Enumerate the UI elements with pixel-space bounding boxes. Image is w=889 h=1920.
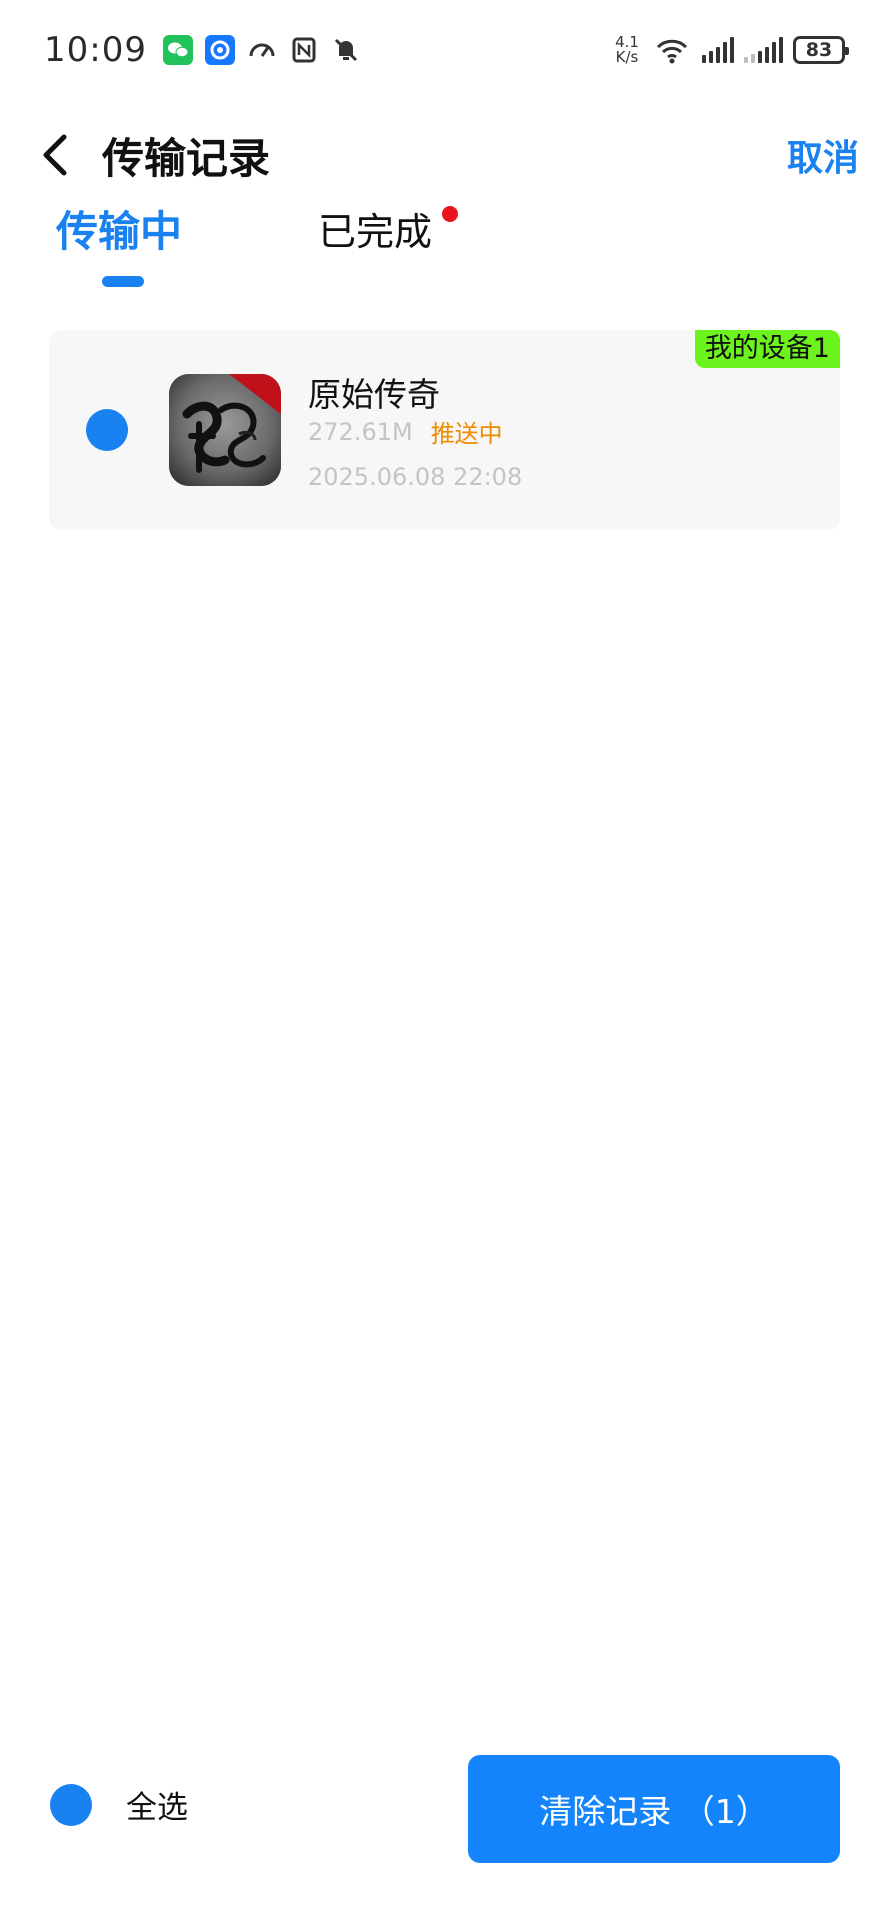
- tab-transferring-label: 传输中: [56, 207, 183, 256]
- wechat-icon: [162, 35, 193, 65]
- status-right: 4.1 K/s 83: [612, 35, 849, 65]
- app-notification-icon: [204, 35, 235, 65]
- nfc-icon: [289, 35, 319, 65]
- record-timestamp: 2025.06.08 22:08: [308, 463, 523, 491]
- app-name: 原始传奇: [308, 375, 440, 414]
- status-bar: 10:09 4.1 K/s 83: [0, 0, 889, 100]
- network-speed: 4.1 K/s: [612, 35, 642, 65]
- new-badge-dot: [442, 206, 459, 222]
- battery-level: 83: [805, 39, 833, 61]
- cancel-button[interactable]: 取消: [787, 129, 859, 181]
- signal-icon-2: [744, 37, 783, 63]
- device-tag: 我的设备1: [694, 330, 840, 368]
- tab-transferring[interactable]: 传输中: [56, 200, 182, 300]
- speedometer-icon: [247, 35, 277, 65]
- item-select-checkbox[interactable]: [86, 409, 128, 451]
- battery-icon: 83: [793, 36, 849, 64]
- bottom-action-bar: 全选 清除记录 （1）: [0, 1752, 889, 1863]
- record-meta: 272.61M 推送中: [308, 414, 503, 449]
- mute-bell-icon: [331, 35, 361, 65]
- status-time: 10:09: [44, 30, 147, 70]
- network-speed-unit: K/s: [615, 48, 639, 66]
- wifi-icon: [652, 35, 692, 65]
- select-all-label: 全选: [126, 1790, 188, 1826]
- select-all-toggle[interactable]: 全选: [50, 1782, 188, 1827]
- clear-records-button[interactable]: 清除记录 （1）: [468, 1755, 840, 1863]
- chevron-left-icon: [43, 134, 67, 176]
- clear-records-label: 清除记录 （1）: [539, 1792, 769, 1831]
- active-tab-indicator: [102, 276, 144, 287]
- status-left: 10:09: [44, 30, 361, 70]
- tab-completed[interactable]: 已完成: [318, 200, 459, 300]
- app-icon: [169, 374, 281, 486]
- signal-icon: [702, 37, 734, 63]
- page-title: 传输记录: [102, 133, 271, 183]
- file-size: 272.61M: [308, 417, 413, 446]
- transfer-record-item[interactable]: 我的设备1 原始传奇 272.61M 推送中 2025.06.08 22:08: [49, 330, 840, 530]
- transfer-records-screen: 10:09 4.1 K/s 83 传输记录 取消 传输中 已完成 我的设备1 原…: [0, 0, 889, 1920]
- tab-bar: 传输中 已完成: [0, 200, 889, 300]
- header: 传输记录 取消: [0, 100, 889, 210]
- transfer-status: 推送中: [430, 420, 503, 448]
- select-all-checkbox[interactable]: [50, 1783, 92, 1826]
- tab-completed-label: 已完成: [318, 210, 433, 254]
- back-button[interactable]: [30, 125, 80, 185]
